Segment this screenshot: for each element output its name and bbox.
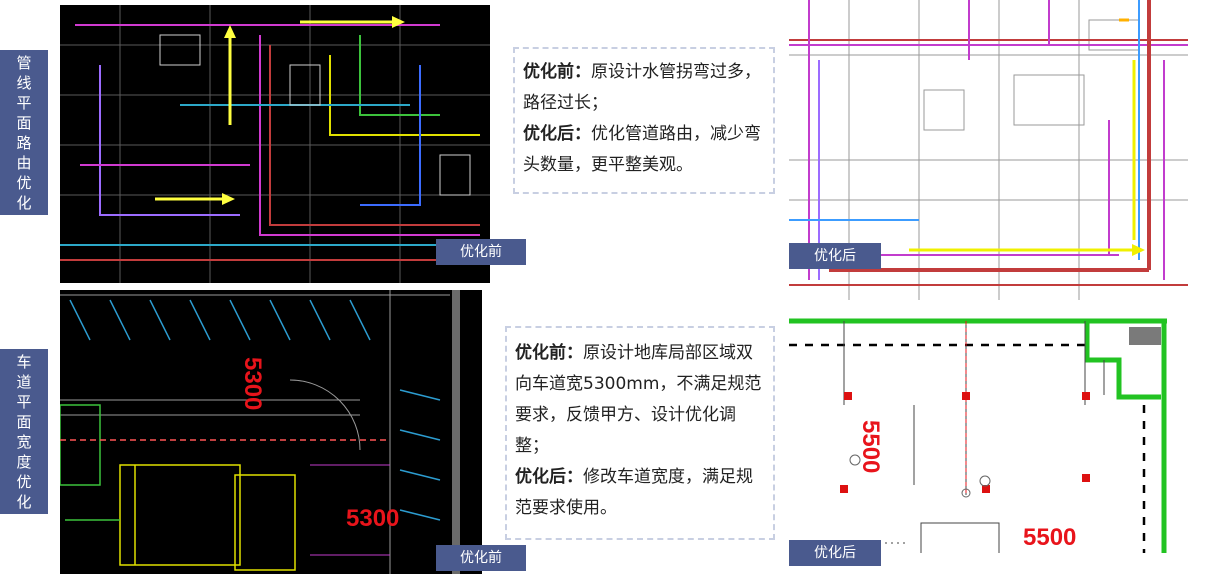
lane-note-before-heading: 优化前： (515, 343, 583, 363)
pipe-after-tag: 优化后 (789, 243, 881, 269)
lane-after-dim-horizontal: 5500 (1023, 524, 1076, 551)
lane-after-drawing: 5500 5500 (789, 315, 1169, 559)
section-label-pipe-routing: 管线平面路由优化 (0, 50, 48, 215)
lane-optimization-note: 优化前：原设计地库局部区域双向车道宽5300mm，不满足规范要求，反馈甲方、设计… (505, 326, 775, 540)
pipe-before-drawing (60, 5, 490, 283)
pipe-note-before-heading: 优化前： (523, 62, 591, 82)
lane-before-dim-vertical: 5300 (239, 357, 266, 410)
pipe-optimization-note: 优化前：原设计水管拐弯过多，路径过长； 优化后：优化管道路由，减少弯头数量，更平… (513, 47, 775, 194)
lane-after-tag: 优化后 (789, 540, 881, 566)
pipe-before-tag: 优化前 (436, 239, 526, 265)
lane-after-dim-vertical: 5500 (857, 420, 884, 473)
section-label-lane-width: 车道平面宽度优化 (0, 349, 48, 514)
lane-note-after-heading: 优化后： (515, 467, 583, 487)
lane-before-tag: 优化前 (436, 545, 526, 571)
lane-before-dim-horizontal: 5300 (346, 505, 399, 532)
pipe-note-after-heading: 优化后： (523, 124, 591, 144)
lane-before-drawing: 5300 5300 (60, 290, 482, 574)
